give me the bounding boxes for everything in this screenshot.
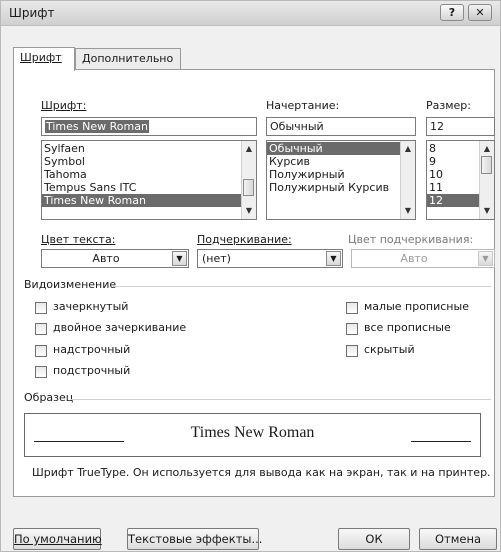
text-color-combo[interactable]: Авто ▼ bbox=[41, 249, 189, 268]
chevron-down-icon[interactable]: ▼ bbox=[326, 251, 341, 266]
chevron-down-icon[interactable]: ▼ bbox=[478, 251, 493, 266]
font-label: Шрифт: bbox=[41, 99, 87, 112]
text-effects-button-label: Текстовые эффекты... bbox=[128, 532, 263, 546]
scroll-up-icon[interactable]: ▲ bbox=[242, 142, 256, 156]
checkbox-label: все прописные bbox=[364, 321, 451, 334]
font-input-value: Times New Roman bbox=[45, 120, 149, 133]
list-item-selected[interactable]: Times New Roman bbox=[42, 194, 256, 207]
text-color-label: Цвет текста: bbox=[41, 233, 116, 246]
help-button[interactable]: ? bbox=[440, 4, 464, 21]
checkbox-label: двойное зачеркивание bbox=[53, 321, 187, 334]
checkbox-subscript[interactable] bbox=[35, 366, 47, 378]
scroll-down-icon[interactable]: ▼ bbox=[242, 204, 256, 218]
cancel-button-label: Отмена bbox=[434, 532, 482, 546]
underline-color-combo[interactable]: Авто ▼ bbox=[351, 249, 495, 268]
list-item[interactable]: Sylfaen bbox=[42, 142, 256, 155]
style-list[interactable]: Обычный Курсив Полужирный Полужирный Кур… bbox=[266, 140, 416, 220]
effects-group-title: Видоизменение bbox=[24, 278, 117, 291]
font-list[interactable]: Sylfaen Symbol Tahoma Tempus Sans ITC Ti… bbox=[41, 140, 257, 220]
title-bar: Шрифт ? ✕ bbox=[1, 1, 500, 26]
window-title: Шрифт bbox=[9, 6, 55, 20]
preview-box: Times New Roman bbox=[24, 413, 481, 457]
checkbox-small-caps[interactable] bbox=[346, 302, 358, 314]
checkbox-label: скрытый bbox=[364, 343, 415, 356]
style-label: Начертание: bbox=[266, 99, 340, 112]
scroll-down-icon[interactable]: ▼ bbox=[480, 204, 494, 218]
tab-font[interactable]: Шрифт bbox=[13, 47, 75, 71]
effects-divider bbox=[113, 286, 491, 287]
scroll-thumb[interactable] bbox=[481, 156, 492, 174]
font-description: Шрифт TrueType. Он используется для выво… bbox=[32, 466, 491, 479]
ok-button-label: ОК bbox=[365, 532, 383, 546]
preview-text: Times New Roman bbox=[190, 424, 315, 441]
checkbox-all-caps[interactable] bbox=[346, 323, 358, 335]
underline-color-label: Цвет подчеркивания: bbox=[348, 233, 474, 246]
scroll-up-icon[interactable]: ▲ bbox=[480, 142, 494, 156]
checkbox-superscript[interactable] bbox=[35, 345, 47, 357]
font-list-scrollbar[interactable]: ▲ ▼ bbox=[241, 141, 256, 219]
scroll-up-icon[interactable]: ▲ bbox=[401, 142, 415, 156]
list-item-selected[interactable]: Обычный bbox=[267, 142, 415, 155]
checkbox-strikethrough[interactable] bbox=[35, 302, 47, 314]
default-button[interactable]: По умолчанию bbox=[13, 528, 102, 550]
checkbox-double-strikethrough[interactable] bbox=[35, 323, 47, 335]
underline-color-value: Авто bbox=[400, 252, 428, 265]
list-item[interactable]: Полужирный Курсив bbox=[267, 181, 415, 194]
preview-divider bbox=[71, 399, 491, 400]
checkbox-label: малые прописные bbox=[364, 300, 469, 313]
chevron-down-icon[interactable]: ▼ bbox=[172, 251, 187, 266]
font-dialog: Шрифт ? ✕ Шрифт Дополнительно Шрифт: Tim… bbox=[0, 0, 501, 552]
ok-button[interactable]: ОК bbox=[338, 528, 410, 550]
list-item[interactable]: Полужирный bbox=[267, 168, 415, 181]
preview-right-rule bbox=[411, 441, 471, 442]
close-button[interactable]: ✕ bbox=[468, 4, 492, 21]
checkbox-label: зачеркнутый bbox=[53, 300, 129, 313]
cancel-button[interactable]: Отмена bbox=[419, 528, 497, 550]
scroll-thumb[interactable] bbox=[243, 179, 254, 196]
scroll-down-icon[interactable]: ▼ bbox=[401, 204, 415, 218]
list-item[interactable]: Symbol bbox=[42, 155, 256, 168]
list-item[interactable]: Tahoma bbox=[42, 168, 256, 181]
checkbox-label: надстрочный bbox=[53, 343, 131, 356]
underline-label: Подчеркивание: bbox=[197, 233, 292, 246]
size-input-value: 12 bbox=[430, 120, 444, 133]
list-item[interactable]: Tempus Sans ITC bbox=[42, 181, 256, 194]
underline-value: (нет) bbox=[202, 252, 231, 265]
tab-advanced-label: Дополнительно bbox=[82, 52, 174, 65]
text-color-value: Авто bbox=[92, 252, 120, 265]
font-input[interactable]: Times New Roman bbox=[41, 117, 257, 136]
size-label: Размер: bbox=[426, 99, 471, 112]
size-list-scrollbar[interactable]: ▲ ▼ bbox=[479, 141, 494, 219]
tab-font-label: Шрифт bbox=[20, 51, 62, 64]
checkbox-hidden[interactable] bbox=[346, 345, 358, 357]
list-item[interactable]: Курсив bbox=[267, 155, 415, 168]
style-input[interactable]: Обычный bbox=[266, 117, 416, 136]
checkbox-label: подстрочный bbox=[53, 364, 131, 377]
preview-group-title: Образец bbox=[24, 391, 74, 404]
size-input[interactable]: 12 bbox=[426, 117, 495, 136]
style-input-value: Обычный bbox=[270, 120, 324, 133]
tab-advanced[interactable]: Дополнительно bbox=[75, 48, 181, 70]
default-button-label: По умолчанию bbox=[14, 532, 102, 546]
text-effects-button[interactable]: Текстовые эффекты... bbox=[127, 528, 263, 550]
underline-combo[interactable]: (нет) ▼ bbox=[197, 249, 343, 268]
style-list-scrollbar[interactable]: ▲ ▼ bbox=[400, 141, 415, 219]
size-list[interactable]: 8 9 10 11 12 ▲ ▼ bbox=[426, 140, 495, 220]
